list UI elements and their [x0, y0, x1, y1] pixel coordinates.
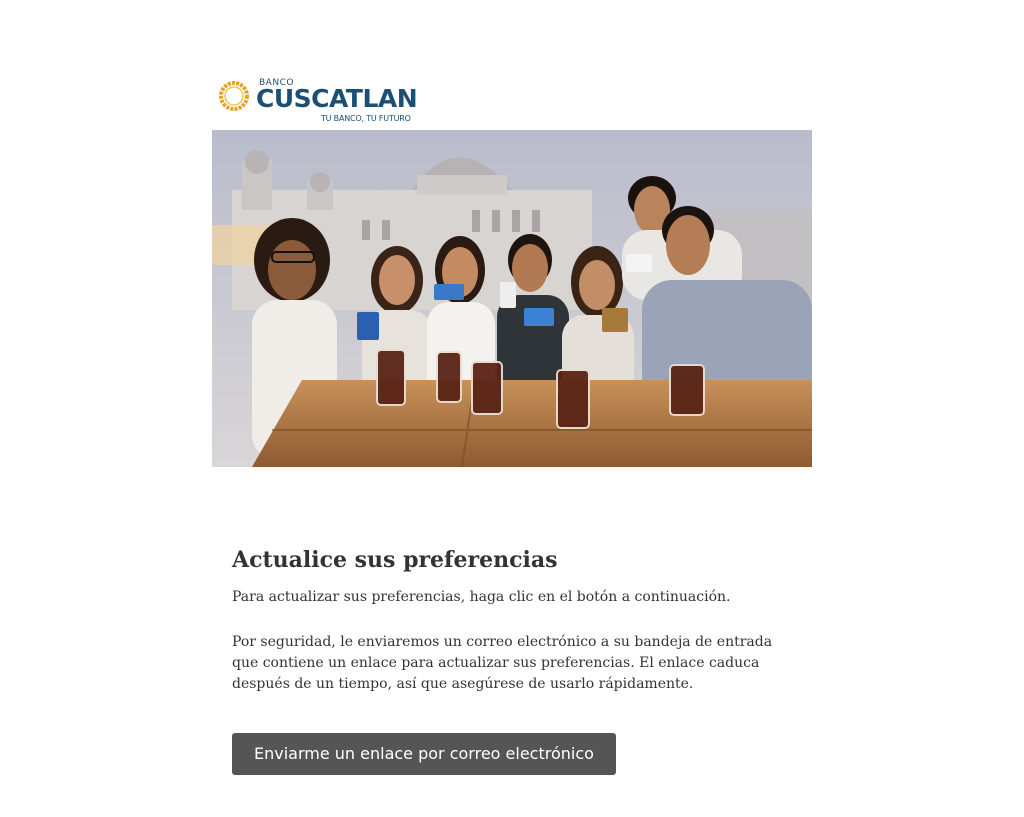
page: BANCO CUSCATLAN TU BANCO, TU FUTURO Actu… [0, 0, 1024, 817]
logo-ring-icon [219, 81, 249, 111]
logo-tagline-text: TU BANCO, TU FUTURO [321, 114, 411, 123]
security-note-text: Por seguridad, le enviaremos un correo e… [232, 634, 773, 692]
intro-text: Para actualizar sus preferencias, haga c… [232, 589, 731, 605]
hero-image [212, 130, 812, 467]
send-email-link-button[interactable]: Enviarme un enlace por correo electrónic… [232, 733, 616, 775]
group-photo-illustration [212, 130, 812, 467]
logo-name-text: CUSCATLAN [256, 84, 418, 113]
page-title: Actualice sus preferencias [232, 547, 558, 573]
bank-logo: BANCO CUSCATLAN TU BANCO, TU FUTURO [218, 78, 418, 126]
preferences-section: Actualice sus preferencias Para actualiz… [232, 545, 792, 695]
